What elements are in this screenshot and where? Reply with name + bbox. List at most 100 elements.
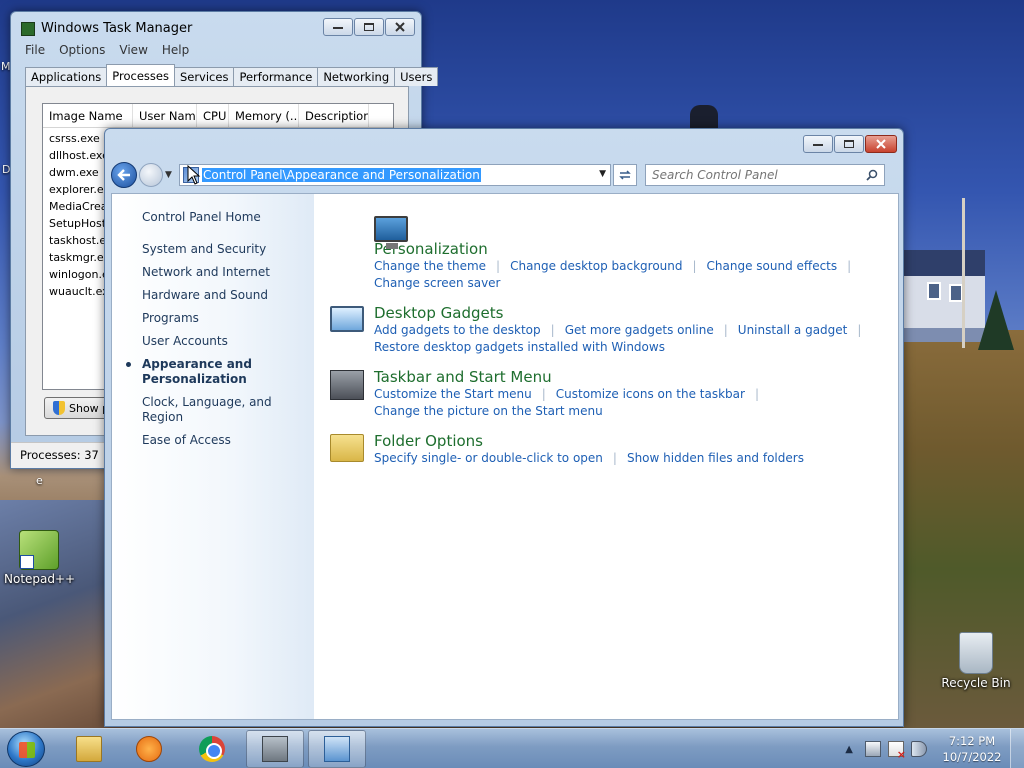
link-show-hidden-files[interactable]: Show hidden files and folders bbox=[627, 450, 804, 467]
chevron-down-icon[interactable]: ▼ bbox=[599, 169, 606, 179]
action-center-icon[interactable] bbox=[888, 741, 906, 761]
category-title[interactable]: Desktop Gadgets bbox=[374, 304, 890, 322]
link-single-double-click[interactable]: Specify single- or double-click to open bbox=[374, 450, 603, 467]
recent-pages-dropdown[interactable]: ▼ bbox=[165, 170, 177, 180]
back-button[interactable] bbox=[111, 162, 137, 188]
desktop-icon-label: Notepad++ bbox=[4, 572, 76, 586]
menu-help[interactable]: Help bbox=[162, 43, 189, 57]
nav-clock-language-region[interactable]: Clock, Language, and Region bbox=[142, 395, 312, 425]
column-description[interactable]: Description bbox=[299, 104, 369, 127]
task-manager-icon bbox=[262, 736, 288, 762]
taskbar-explorer-button[interactable] bbox=[60, 730, 118, 768]
nav-hardware-and-sound[interactable]: Hardware and Sound bbox=[142, 288, 312, 303]
link-separator: | bbox=[612, 451, 617, 465]
pine-tree bbox=[978, 290, 1014, 350]
link-customize-taskbar-icons[interactable]: Customize icons on the taskbar bbox=[556, 386, 745, 403]
process-count: Processes: 37 bbox=[20, 448, 99, 462]
link-separator: | bbox=[550, 323, 555, 337]
minimize-button[interactable] bbox=[803, 135, 833, 153]
link-restore-gadgets[interactable]: Restore desktop gadgets installed with W… bbox=[374, 339, 665, 356]
maximize-button[interactable] bbox=[834, 135, 864, 153]
tab-strip: Applications Processes Services Performa… bbox=[25, 64, 439, 86]
close-button[interactable] bbox=[865, 135, 897, 153]
refresh-button[interactable] bbox=[613, 164, 637, 186]
column-headers: Image Name User Name CPU Memory (... Des… bbox=[43, 104, 393, 128]
link-customize-start-menu[interactable]: Customize the Start menu bbox=[374, 386, 532, 403]
nav-ease-of-access[interactable]: Ease of Access bbox=[142, 433, 312, 448]
link-change-screen-saver[interactable]: Change screen saver bbox=[374, 275, 501, 292]
tab-processes[interactable]: Processes bbox=[106, 64, 175, 86]
link-change-theme[interactable]: Change the theme bbox=[374, 258, 486, 275]
link-separator: | bbox=[754, 387, 760, 401]
desktop-house bbox=[903, 250, 985, 345]
nav-appearance-and-personalization[interactable]: Appearance and Personalization bbox=[126, 357, 312, 387]
tab-services[interactable]: Services bbox=[173, 67, 235, 86]
menu-options[interactable]: Options bbox=[59, 43, 105, 57]
navigation-bar: ▼ Control Panel\Appearance and Personali… bbox=[111, 161, 899, 189]
gadgets-icon[interactable] bbox=[330, 306, 364, 332]
caption-buttons bbox=[803, 135, 897, 153]
address-text: Control Panel\Appearance and Personaliza… bbox=[202, 168, 481, 182]
category-tasks-pane: Personalization Change the theme | Change… bbox=[330, 214, 890, 479]
control-panel-window[interactable]: ▼ Control Panel\Appearance and Personali… bbox=[104, 128, 904, 727]
nav-programs[interactable]: Programs bbox=[142, 311, 312, 326]
taskbar-media-player-button[interactable] bbox=[120, 730, 178, 768]
network-icon[interactable] bbox=[865, 741, 881, 757]
forward-button[interactable] bbox=[139, 163, 163, 187]
window-title: Windows Task Manager bbox=[21, 21, 192, 36]
taskbar-chrome-button[interactable] bbox=[183, 730, 241, 768]
column-memory[interactable]: Memory (... bbox=[229, 104, 299, 127]
lighthouse-silhouette bbox=[690, 105, 718, 129]
link-uninstall-gadget[interactable]: Uninstall a gadget bbox=[738, 322, 848, 339]
show-desktop-button[interactable] bbox=[1010, 729, 1024, 768]
link-change-sound-effects[interactable]: Change sound effects bbox=[707, 258, 838, 275]
taskbar-task-manager-button[interactable] bbox=[246, 730, 304, 768]
minimize-button[interactable] bbox=[323, 18, 353, 36]
tab-networking[interactable]: Networking bbox=[317, 67, 396, 86]
menu-view[interactable]: View bbox=[119, 43, 147, 57]
recycle-bin-icon bbox=[959, 632, 993, 674]
desktop-icon-recycle-bin[interactable]: Recycle Bin bbox=[940, 632, 1012, 690]
category-title[interactable]: Taskbar and Start Menu bbox=[374, 368, 890, 386]
clock[interactable]: 7:12 PM 10/7/2022 bbox=[934, 733, 1010, 765]
desktop-icon-notepadpp[interactable]: Notepad++ bbox=[4, 530, 76, 586]
link-add-gadgets[interactable]: Add gadgets to the desktop bbox=[374, 322, 541, 339]
mouse-cursor-icon bbox=[187, 165, 201, 185]
taskbar-control-panel-button[interactable] bbox=[308, 730, 366, 768]
tab-users[interactable]: Users bbox=[394, 67, 439, 86]
category-title[interactable]: Folder Options bbox=[374, 432, 890, 450]
menu-file[interactable]: File bbox=[25, 43, 45, 57]
nav-system-and-security[interactable]: System and Security bbox=[142, 242, 312, 257]
nav-network-and-internet[interactable]: Network and Internet bbox=[142, 265, 312, 280]
link-separator: | bbox=[541, 387, 546, 401]
link-change-start-picture[interactable]: Change the picture on the Start menu bbox=[374, 403, 603, 420]
show-hidden-icons-button[interactable]: ▲ bbox=[845, 744, 853, 755]
personalization-icon[interactable] bbox=[374, 216, 408, 249]
link-change-desktop-background[interactable]: Change desktop background bbox=[510, 258, 682, 275]
column-cpu[interactable]: CPU bbox=[197, 104, 229, 127]
address-bar[interactable]: Control Panel\Appearance and Personaliza… bbox=[179, 164, 611, 186]
maximize-button[interactable] bbox=[354, 18, 384, 36]
link-get-more-gadgets[interactable]: Get more gadgets online bbox=[565, 322, 714, 339]
column-image-name[interactable]: Image Name bbox=[43, 104, 133, 127]
volume-icon[interactable] bbox=[911, 741, 927, 757]
column-user-name[interactable]: User Name bbox=[133, 104, 197, 127]
category-title[interactable]: Personalization bbox=[374, 240, 890, 258]
nav-user-accounts[interactable]: User Accounts bbox=[142, 334, 312, 349]
tab-performance[interactable]: Performance bbox=[233, 67, 319, 86]
close-button[interactable] bbox=[385, 18, 415, 36]
category-taskbar-start-menu: Taskbar and Start Menu Customize the Sta… bbox=[330, 368, 890, 420]
search-icon[interactable] bbox=[866, 169, 878, 181]
link-separator: | bbox=[857, 323, 862, 337]
control-panel-icon bbox=[324, 736, 350, 762]
system-tray: ▲ 7:12 PM 10/7/2022 bbox=[845, 729, 1024, 768]
search-box[interactable] bbox=[645, 164, 885, 186]
folder-options-icon[interactable] bbox=[330, 434, 364, 462]
search-input[interactable] bbox=[652, 168, 852, 182]
taskbar-icon[interactable] bbox=[330, 370, 364, 400]
start-button[interactable] bbox=[7, 731, 45, 767]
task-manager-icon bbox=[21, 21, 35, 36]
tab-applications[interactable]: Applications bbox=[25, 67, 108, 86]
back-arrow-icon bbox=[117, 169, 130, 181]
control-panel-home-link[interactable]: Control Panel Home bbox=[142, 210, 261, 224]
